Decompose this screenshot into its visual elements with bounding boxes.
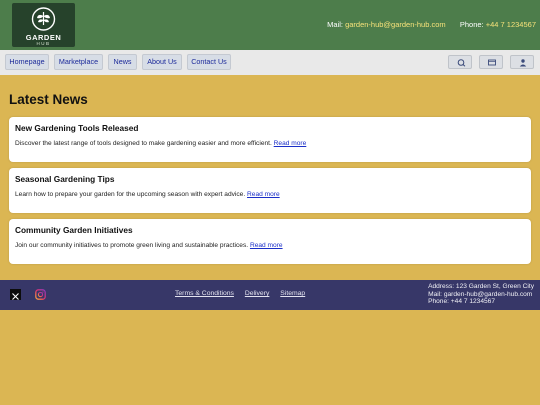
footer-address: Address: 123 Garden St, Green City (428, 283, 534, 290)
news-card-text: Discover the latest range of tools desig… (15, 140, 307, 147)
footer-contact-info: Address: 123 Garden St, Green City Mail:… (428, 283, 534, 306)
nav-marketplace[interactable]: Marketplace (54, 54, 103, 70)
mail-label: Mail: (327, 20, 343, 29)
news-card: Seasonal Gardening Tips Learn how to pre… (9, 168, 531, 213)
user-icon (519, 59, 527, 67)
account-button[interactable] (510, 55, 534, 69)
logo-subtitle: HUB (36, 41, 51, 46)
nav-news[interactable]: News (108, 54, 137, 70)
news-card-text: Join our community initiatives to promot… (15, 242, 283, 249)
sitemap-link[interactable]: Sitemap (280, 290, 305, 297)
nav-homepage[interactable]: Homepage (5, 54, 49, 70)
read-more-link[interactable]: Read more (247, 191, 280, 198)
search-button[interactable] (448, 55, 472, 69)
news-card-title: Seasonal Gardening Tips (15, 174, 115, 184)
news-card: New Gardening Tools Released Discover th… (9, 117, 531, 162)
main-nav: Homepage Marketplace News About Us Conta… (0, 50, 540, 75)
footer-mail: Mail: garden-hub@garden-hub.com (428, 290, 533, 298)
read-more-link[interactable]: Read more (250, 242, 283, 249)
news-card-text: Learn how to prepare your garden for the… (15, 191, 280, 198)
x-icon[interactable] (10, 289, 21, 300)
header-contact: Mail: garden-hub@garden-hub.com Phone: +… (327, 20, 536, 29)
read-more-link[interactable]: Read more (274, 140, 307, 147)
site-footer: Terms & Conditions Delivery Sitemap Addr… (0, 280, 540, 310)
instagram-icon[interactable] (35, 289, 46, 300)
news-card-title: New Gardening Tools Released (15, 123, 139, 133)
nav-contact-us[interactable]: Contact Us (187, 54, 231, 70)
page-title: Latest News (9, 92, 88, 107)
phone-label: Phone: (459, 20, 484, 29)
garden-hub-logo[interactable]: GARDEN HUB (12, 3, 75, 47)
delivery-link[interactable]: Delivery (245, 290, 270, 297)
terms-link[interactable]: Terms & Conditions (175, 290, 234, 297)
footer-phone: Phone: +44 7 1234567 (428, 298, 495, 306)
footer-links: Terms & Conditions Delivery Sitemap (175, 290, 314, 297)
mail-link[interactable]: garden-hub@garden-hub.com (345, 20, 446, 29)
news-card-title: Community Garden Initiatives (15, 225, 133, 235)
news-card: Community Garden Initiatives Join our co… (9, 219, 531, 264)
phone-link[interactable]: +44 7 1234567 (486, 20, 536, 29)
cart-button[interactable] (479, 55, 503, 69)
nav-about-us[interactable]: About Us (142, 54, 182, 70)
search-icon (457, 59, 466, 67)
cart-icon (488, 59, 496, 66)
site-header: GARDEN HUB Mail: garden-hub@garden-hub.c… (0, 0, 540, 50)
